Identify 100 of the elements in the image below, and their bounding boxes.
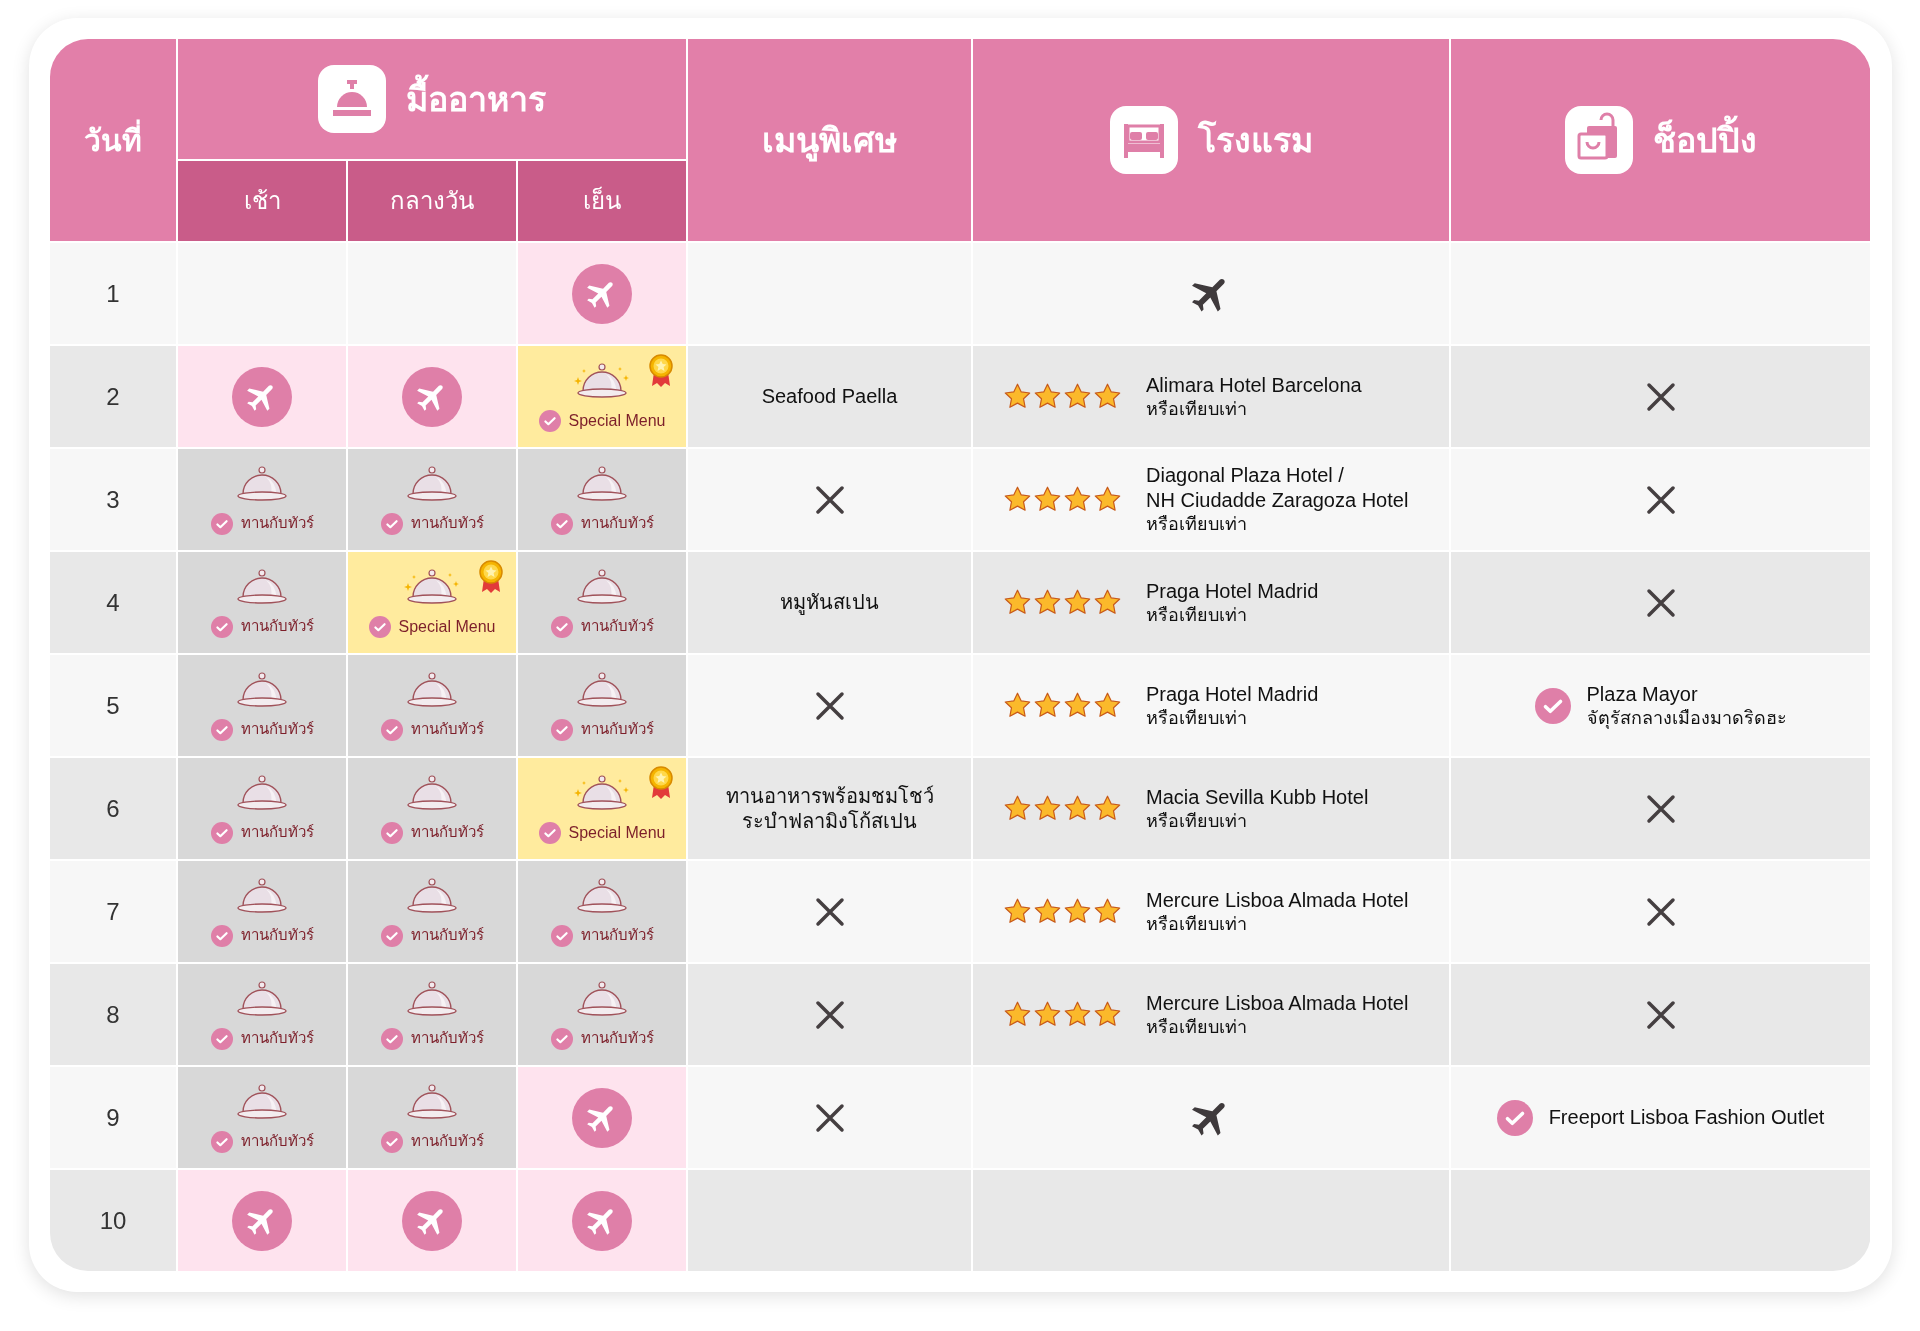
- header-title: ช็อปปิ้ง: [1652, 114, 1757, 166]
- meal-label: ทานกับทัวร์: [410, 719, 484, 740]
- check-circle-icon: [210, 821, 233, 844]
- airplane-icon: [232, 366, 292, 427]
- star-icon: [1033, 588, 1062, 617]
- table-header: เย็น: [518, 161, 686, 241]
- meal-label: ทานกับทัวร์: [240, 925, 314, 946]
- check-circle-icon: [1534, 687, 1571, 724]
- hotel-name: Mercure Lisboa Almada Hotel: [1146, 990, 1409, 1016]
- hotel-note: หรือเทียบเท่า: [1146, 1015, 1248, 1039]
- cross-icon: [1645, 381, 1676, 412]
- check-circle-icon: [380, 1027, 403, 1050]
- meal-label: ทานกับทัวร์: [580, 925, 654, 946]
- day-cell: 7: [50, 861, 176, 962]
- star-icon: [1003, 588, 1032, 617]
- hotel-note: หรือเทียบเท่า: [1146, 809, 1248, 833]
- medal-icon: [478, 560, 504, 594]
- cross-icon: [1645, 484, 1676, 515]
- header-title: มื้ออาหาร: [406, 73, 546, 125]
- airplane-icon: [402, 366, 462, 427]
- cross-icon: [1645, 587, 1676, 618]
- airplane-icon: [402, 1190, 462, 1251]
- cross-icon: [814, 1102, 845, 1133]
- meal-label: ทานกับทัวร์: [410, 925, 484, 946]
- hotel-name: Macia Sevilla Kubb Hotel: [1146, 784, 1369, 810]
- meal-label: ทานกับทัวร์: [240, 822, 314, 843]
- star-icon: [1063, 382, 1092, 411]
- cross-icon: [1645, 999, 1676, 1030]
- cross-icon: [814, 999, 845, 1030]
- shopping-note: จัตุรัสกลางเมืองมาดริดฮะ: [1586, 706, 1787, 730]
- check-circle-icon: [210, 615, 233, 638]
- meal-label: ทานกับทัวร์: [580, 616, 654, 637]
- check-circle-icon: [538, 409, 561, 432]
- bell-icon: [318, 65, 386, 133]
- special-menu-text: ทานอาหารพร้อมชมโชว์ ระบำฟลามิงโก้สเปน: [725, 783, 934, 834]
- cross-icon: [814, 896, 845, 927]
- meal-label: Special Menu: [568, 822, 666, 843]
- cross-icon: [814, 690, 845, 721]
- star-icon: [1033, 794, 1062, 823]
- meal-label: Special Menu: [568, 410, 666, 431]
- star-icon: [1063, 485, 1092, 514]
- day-cell: 4: [50, 552, 176, 653]
- star-icon: [1093, 382, 1122, 411]
- airplane-icon: [572, 1087, 632, 1148]
- day-cell: 10: [50, 1170, 176, 1271]
- shopping-place: Plaza Mayor: [1586, 681, 1699, 707]
- hotel-name: Diagonal Plaza Hotel / NH Ciudadde Zaragoza Hotel: [1146, 463, 1409, 514]
- star-icon: [1033, 382, 1062, 411]
- check-circle-icon: [210, 512, 233, 535]
- star-icon: [1033, 691, 1062, 720]
- check-circle-icon: [550, 1027, 573, 1050]
- star-icon: [1003, 794, 1032, 823]
- check-circle-icon: [380, 718, 403, 741]
- star-icon: [1033, 897, 1062, 926]
- meal-label: ทานกับทัวร์: [580, 719, 654, 740]
- meal-label: Special Menu: [398, 616, 496, 637]
- header-title: โรงแรม: [1197, 119, 1313, 161]
- star-icon: [1003, 382, 1032, 411]
- cross-icon: [1645, 896, 1676, 927]
- medal-icon: [648, 354, 674, 388]
- star-icon: [1003, 1000, 1032, 1029]
- check-circle-icon: [380, 924, 403, 947]
- star-icon: [1003, 897, 1032, 926]
- check-circle-icon: [210, 1130, 233, 1153]
- airplane-icon: [572, 1190, 632, 1251]
- check-circle-icon: [368, 615, 391, 638]
- table-header: เมนูพิเศษ: [688, 39, 971, 241]
- day-cell: 9: [50, 1067, 176, 1168]
- shopping-place: Freeport Lisboa Fashion Outlet: [1548, 1105, 1825, 1130]
- check-circle-icon: [380, 821, 403, 844]
- hotel-name: Praga Hotel Madrid: [1146, 578, 1319, 604]
- table-header: วันที่: [50, 39, 176, 241]
- hotel-note: หรือเทียบเท่า: [1146, 912, 1248, 936]
- check-circle-icon: [210, 924, 233, 947]
- meal-label: ทานกับทัวร์: [410, 513, 484, 534]
- check-circle-icon: [1496, 1099, 1533, 1136]
- star-icon: [1093, 485, 1122, 514]
- medal-icon: [648, 766, 674, 800]
- hotel-name: Mercure Lisboa Almada Hotel: [1146, 887, 1409, 913]
- hotel-name: Praga Hotel Madrid: [1146, 681, 1319, 707]
- meal-label: ทานกับทัวร์: [240, 616, 314, 637]
- special-menu-text: Seafood Paella: [761, 384, 898, 409]
- hotel-note: หรือเทียบเท่า: [1146, 397, 1248, 421]
- star-icon: [1003, 485, 1032, 514]
- star-icon: [1033, 1000, 1062, 1029]
- meal-label: ทานกับทัวร์: [240, 1131, 314, 1152]
- meal-label: ทานกับทัวร์: [410, 1131, 484, 1152]
- star-icon: [1093, 588, 1122, 617]
- cross-icon: [814, 484, 845, 515]
- star-icon: [1063, 794, 1092, 823]
- star-icon: [1093, 794, 1122, 823]
- day-cell: 5: [50, 655, 176, 756]
- star-icon: [1093, 897, 1122, 926]
- meal-label: ทานกับทัวร์: [580, 513, 654, 534]
- check-circle-icon: [380, 512, 403, 535]
- shopping-bag-icon: [1564, 106, 1633, 174]
- hotel-note: หรือเทียบเท่า: [1146, 513, 1248, 536]
- hotel-note: หรือเทียบเท่า: [1146, 706, 1248, 730]
- special-menu-text: หมูหันสเปน: [780, 590, 879, 615]
- hotel-name: Alimara Hotel Barcelona: [1146, 372, 1362, 398]
